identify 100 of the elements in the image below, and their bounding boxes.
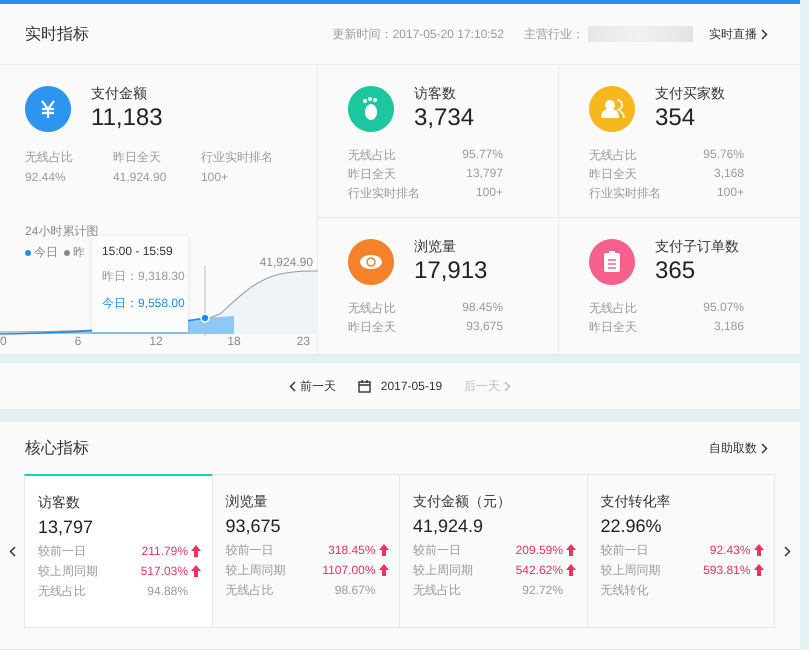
row-label: 较前一日: [38, 542, 87, 560]
card-value: 13,797: [38, 517, 94, 538]
row-value: 92.72%: [521, 583, 563, 597]
metric-value: 3,734: [414, 103, 474, 133]
card-label: 支付金额（元）: [413, 493, 512, 511]
section-title: 实时指标: [25, 24, 90, 44]
metric-label: 支付金额: [91, 85, 148, 103]
row-label: 无线转化: [600, 582, 650, 598]
up-arrow-icon: [754, 544, 764, 556]
stat-value: 92.44%: [25, 170, 67, 184]
row-label: 较上周同期: [226, 562, 286, 578]
row-value: 593.81%: [702, 563, 750, 577]
tooltip-yesterday: 昨日：9,318.30: [102, 268, 186, 285]
industry-label: 主营行业：: [524, 26, 584, 42]
stat-label: 无线占比: [589, 300, 638, 317]
stat-value: 3,186: [712, 319, 744, 335]
up-arrow-icon: [378, 544, 388, 556]
metric-card[interactable]: 浏览量 93,675 较前一日 318.45% 较上周同期 1107.00% 无线占比 98.67%: [212, 474, 400, 628]
card-value: 93,675: [226, 516, 282, 537]
row-value: 542.62%: [514, 563, 563, 577]
stat-label: 行业实时排名: [201, 149, 274, 166]
row-label: 较前一日: [600, 542, 650, 558]
row-label: 无线占比: [413, 582, 462, 598]
live-link[interactable]: 实时直播: [709, 26, 768, 42]
card-label: 浏览量: [226, 493, 268, 511]
row-label: 无线占比: [226, 582, 274, 598]
stat-value: 98.45%: [461, 300, 503, 316]
card-label: 支付转化率: [600, 493, 672, 511]
metric-value: 17,913: [414, 256, 488, 286]
up-arrow-icon: [191, 545, 201, 557]
stat-value: 95.07%: [702, 300, 744, 316]
calendar-icon: [358, 380, 371, 392]
stat-label: 昨日全天: [589, 319, 638, 336]
stat-value: 93,675: [465, 319, 503, 335]
stat-value: 100+: [201, 170, 230, 184]
card-value: 22.96%: [600, 516, 663, 537]
metric-label: 支付买家数: [655, 85, 725, 103]
stat-label: 无线占比: [25, 149, 74, 166]
stat-value: 100+: [716, 185, 744, 201]
metric-value: 354: [655, 103, 696, 133]
date-picker[interactable]: 2017-05-19: [358, 379, 442, 393]
up-arrow-icon: [566, 544, 576, 556]
axis-tick-label: 6: [74, 334, 82, 348]
row-label: 较上周同期: [413, 562, 474, 578]
row-value: 1107.00%: [321, 563, 376, 577]
stat-value: 100+: [474, 185, 503, 201]
axis-tick-label: 23: [296, 334, 310, 348]
metric-label: 支付子订单数: [655, 238, 739, 256]
card-value: 41,924.9: [413, 516, 484, 537]
metric-label: 浏览量: [414, 238, 457, 256]
stat-label: 昨日全天: [348, 319, 397, 336]
row-value: 211.79%: [140, 544, 188, 558]
stat-label: 昨日全天: [589, 166, 638, 183]
metric-card[interactable]: 访客数 13,797 较前一日 211.79% 较上周同期 517.03% 无线占比 94.88%: [24, 474, 212, 628]
row-label: 无线占比: [38, 582, 87, 600]
metric-value: 365: [655, 256, 696, 286]
stat-label: 昨日全天: [348, 166, 397, 183]
row-label: 较上周同期: [38, 562, 99, 580]
chevron-icon: [784, 546, 791, 556]
metric-card[interactable]: 支付转化率 22.96% 较前一日 92.43% 较上周同期 593.81% 无线转化: [586, 474, 775, 628]
stat-value: 95.76%: [702, 147, 744, 163]
row-label: 较前一日: [413, 542, 462, 558]
stat-value: 41,924.90: [113, 170, 168, 184]
chevron-icon: [9, 546, 16, 556]
row-value: 517.03%: [140, 564, 188, 578]
row-value: 209.59%: [514, 543, 563, 557]
row-value: 318.45%: [327, 543, 376, 557]
row-label: 较前一日: [226, 542, 274, 558]
chevron-icon: [288, 380, 296, 392]
stat-label: 昨日全天: [113, 149, 162, 166]
row-value: 94.88%: [146, 584, 188, 598]
up-arrow-icon: [378, 564, 388, 576]
stat-label: 无线占比: [348, 147, 397, 164]
stat-value: 95.77%: [461, 147, 503, 163]
up-arrow-icon: [566, 564, 576, 576]
tooltip-today: 今日：9,558.00: [102, 295, 186, 312]
tooltip-time: 15:00 - 15:59: [102, 244, 174, 258]
metric-label: 访客数: [414, 85, 457, 103]
chevron-icon: [761, 442, 768, 454]
row-value: 92.43%: [708, 543, 750, 557]
chevron-icon: [504, 380, 512, 392]
stat-label: 行业实时排名: [589, 185, 662, 202]
stat-label: 无线占比: [348, 300, 397, 317]
row-value: 98.67%: [334, 583, 376, 597]
peak-label: 41,924.90: [260, 255, 313, 269]
section-title: 核心指标: [25, 438, 90, 458]
metric-card[interactable]: 支付金额（元） 41,924.9 较前一日 209.59% 较上周同期 542.62% 无线占比 92.72%: [399, 474, 588, 628]
chevron-icon: [761, 28, 768, 40]
previous-day-button[interactable]: 前一天: [288, 378, 336, 394]
update-time: 更新时间：2017-05-20 17:10:52: [332, 26, 504, 42]
axis-tick-label: 12: [149, 334, 163, 348]
up-arrow-icon: [191, 565, 201, 577]
up-arrow-icon: [754, 564, 764, 576]
axis-tick-label: 18: [227, 334, 241, 348]
self-service-link[interactable]: 自助取数: [709, 440, 768, 456]
chart-title: 24小时累计图: [25, 224, 98, 238]
card-label: 访客数: [38, 494, 81, 512]
stat-value: 3,168: [712, 166, 744, 182]
stat-label: 行业实时排名: [348, 185, 421, 202]
row-label: 较上周同期: [600, 562, 662, 578]
